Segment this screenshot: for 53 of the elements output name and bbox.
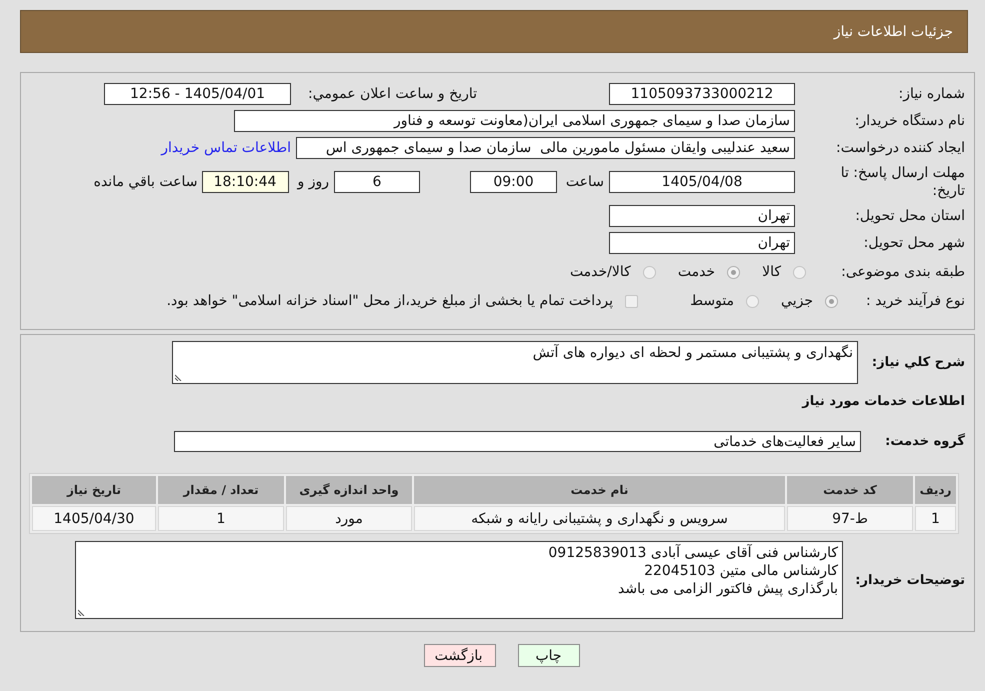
days-field[interactable]: 6 bbox=[334, 171, 420, 193]
resize-grip-icon[interactable] bbox=[175, 373, 183, 381]
field-label: طبقه بندی موضوعی: bbox=[840, 264, 965, 280]
section-title: اطلاعات خدمات مورد نیاز bbox=[800, 393, 965, 411]
field-label: ساعت باقي مانده bbox=[94, 174, 198, 190]
field-label: تاریخ و ساعت اعلان عمومي: bbox=[307, 86, 477, 102]
service-group-field[interactable]: سایر فعالیت‌های خدماتی bbox=[174, 431, 861, 452]
field-label: گروه خدمت: bbox=[884, 434, 965, 449]
option-label: کالا bbox=[762, 264, 781, 280]
province-field[interactable]: تهران bbox=[609, 205, 795, 227]
field-label: مهلت ارسال پاسخ: تا تاریخ: bbox=[840, 164, 965, 200]
option-label: متوسط bbox=[690, 293, 734, 309]
field-label: ساعت bbox=[564, 174, 604, 190]
column-header: ردیف bbox=[915, 476, 956, 504]
need-number-field[interactable]: 1105093733000212 bbox=[609, 83, 795, 105]
resize-grip-icon[interactable] bbox=[78, 608, 86, 616]
requester-field[interactable]: سعید عندلیبی وایقان مسئول مامورین مالی سازمان صدا و سیمای جمهوری اس bbox=[296, 137, 795, 159]
field-label: روز و bbox=[298, 174, 329, 190]
field-label: شرح کلي نیاز: bbox=[870, 355, 965, 370]
buyer-contact-link[interactable]: اطلاعات تماس خریدار bbox=[161, 140, 291, 156]
deadline-time-field[interactable]: 09:00 bbox=[470, 171, 557, 193]
column-header: کد خدمت bbox=[787, 476, 913, 504]
field-label: استان محل تحویل: bbox=[854, 208, 965, 224]
table-cell: 1 bbox=[915, 506, 956, 531]
page-title: جزئیات اطلاعات نیاز bbox=[834, 24, 953, 40]
buyer-notes-field[interactable]: کارشناس فنی آقای عیسی آبادی 09125839013 کارشناس مالی متین 22045103 بارگذاری پیش فاکتور الزامی می باشد bbox=[75, 541, 843, 619]
field-label: نام دستگاه خریدار: bbox=[854, 113, 965, 129]
deadline-date-field[interactable]: 1405/04/08 bbox=[609, 171, 795, 193]
remaining-time-field[interactable]: 18:10:44 bbox=[202, 171, 288, 193]
table-cell: سرویس و نگهداری و پشتیبانی رایانه و شبکه bbox=[414, 506, 785, 531]
field-label: شهر محل تحویل: bbox=[862, 235, 965, 251]
column-header: تعداد / مقدار bbox=[158, 476, 284, 504]
description-field[interactable]: نگهداری و پشتیبانی مستمر و لحظه ای دیواره های آتش bbox=[172, 341, 858, 384]
back-button[interactable]: بازگشت bbox=[424, 644, 496, 667]
field-label: نوع فرآیند خرید : bbox=[865, 293, 965, 309]
city-field[interactable]: تهران bbox=[609, 232, 795, 254]
option-label: خدمت bbox=[678, 264, 716, 280]
buyer-org-field[interactable]: سازمان صدا و سیمای جمهوری اسلامی ایران(معاونت توسعه و فناور bbox=[234, 110, 795, 132]
table-cell: ط-97 bbox=[787, 506, 913, 531]
column-header: تاریخ نیاز bbox=[32, 476, 156, 504]
print-button[interactable]: چاپ bbox=[518, 644, 580, 667]
option-label: کالا/خدمت bbox=[570, 264, 631, 280]
table-cell: 1405/04/30 bbox=[32, 506, 156, 531]
option-label: جزيي bbox=[781, 293, 813, 309]
table-cell: مورد bbox=[286, 506, 412, 531]
field-label: شماره نیاز: bbox=[898, 86, 965, 102]
checkbox-label: پرداخت تمام یا بخشی از مبلغ خرید،از محل "اسناد خزانه اسلامی" خواهد بود. bbox=[166, 293, 614, 309]
announce-date-field[interactable]: 1405/04/01 - 12:56 bbox=[104, 83, 291, 105]
table-cell: 1 bbox=[158, 506, 284, 531]
column-header: نام خدمت bbox=[414, 476, 785, 504]
column-header: واحد اندازه گیری bbox=[286, 476, 412, 504]
field-label: ایجاد کننده درخواست: bbox=[835, 140, 965, 156]
field-label: توضیحات خریدار: bbox=[854, 572, 965, 588]
